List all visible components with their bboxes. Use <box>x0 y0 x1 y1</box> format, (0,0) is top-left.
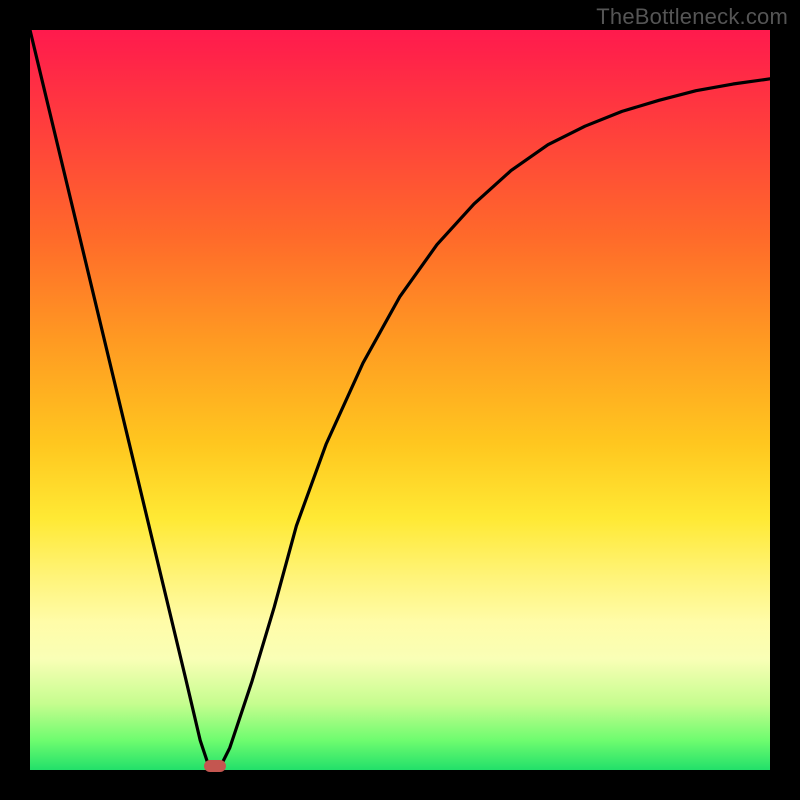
chart-frame: TheBottleneck.com <box>0 0 800 800</box>
plot-area <box>30 30 770 770</box>
bottleneck-curve <box>30 30 770 770</box>
curve-svg <box>30 30 770 770</box>
watermark-text: TheBottleneck.com <box>596 4 788 30</box>
optimum-marker <box>204 760 226 772</box>
